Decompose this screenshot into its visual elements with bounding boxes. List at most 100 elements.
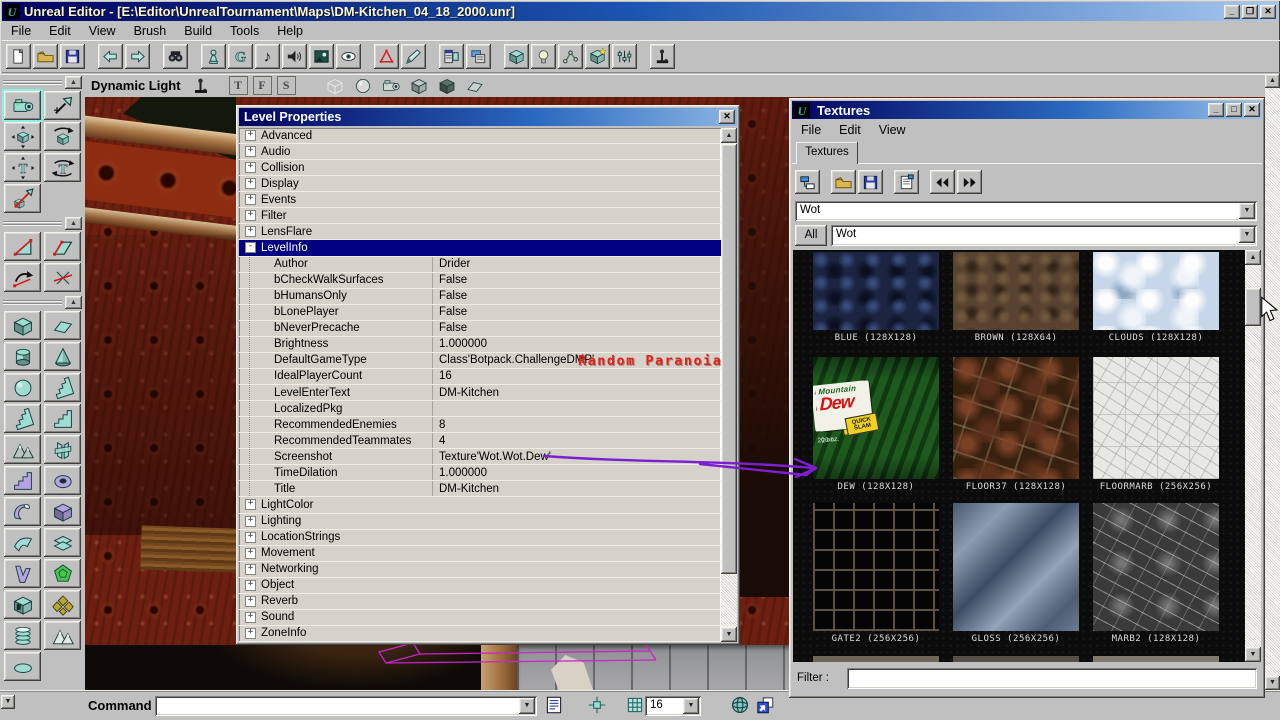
filter-input[interactable] xyxy=(847,668,1257,689)
group-row-locationstrings[interactable]: +LocationStrings xyxy=(239,530,721,546)
scroll-thumb[interactable] xyxy=(721,144,737,574)
right-scrollbar[interactable]: ▲ ▼ xyxy=(1265,74,1280,690)
group-row-display[interactable]: +Display xyxy=(239,176,721,192)
build-geometry-button[interactable] xyxy=(504,44,529,69)
texture-tile-gate2[interactable]: GATE2 (256X256) xyxy=(813,503,939,644)
multi-sheet-builder-button[interactable] xyxy=(44,528,81,557)
property-row-bloneplayer[interactable]: bLonePlayerFalse xyxy=(239,305,721,321)
expand-icon[interactable]: + xyxy=(245,194,256,205)
texture-rotate-button[interactable] xyxy=(4,263,41,292)
group-row-levelinfo[interactable]: -LevelInfo xyxy=(239,240,721,256)
group-row-sound[interactable]: +Sound xyxy=(239,610,721,626)
expand-icon[interactable]: + xyxy=(245,580,256,591)
property-row-localizedpkg[interactable]: LocalizedPkg xyxy=(239,401,721,417)
command-input[interactable]: ▼ xyxy=(155,696,537,716)
menu-edit[interactable]: Edit xyxy=(40,22,80,40)
sheets-builder-button[interactable] xyxy=(44,435,81,464)
property-row-recommendedteammates[interactable]: RecommendedTeammates4 xyxy=(239,433,721,449)
texture-tile-clouds[interactable]: CLOUDS (128X128) xyxy=(1093,252,1219,343)
chevron-down-icon[interactable]: ▼ xyxy=(1239,203,1255,219)
property-value[interactable]: DM-Kitchen xyxy=(432,481,721,496)
play-level-button[interactable] xyxy=(650,44,675,69)
hollow-cube-builder-button[interactable] xyxy=(44,497,81,526)
expand-icon[interactable]: + xyxy=(245,516,256,527)
level-properties-title-bar[interactable]: Level Properties ✕ xyxy=(239,108,737,126)
property-row-title[interactable]: TitleDM-Kitchen xyxy=(239,481,721,497)
expand-icon[interactable]: + xyxy=(245,210,256,221)
close-button[interactable]: ✕ xyxy=(1244,103,1260,117)
properties-scrollbar[interactable]: ▲ ▼ xyxy=(721,128,737,642)
palette-collapse-button[interactable]: ▲ xyxy=(65,76,82,89)
texture-tile-blue[interactable]: BLUE (128X128) xyxy=(813,252,939,343)
property-value[interactable]: 4 xyxy=(432,433,721,448)
property-row-timedilation[interactable]: TimeDilation1.000000 xyxy=(239,465,721,481)
previous-group-button[interactable] xyxy=(930,170,955,194)
property-value[interactable]: 1.000000 xyxy=(432,337,721,352)
tessellated-builder-button[interactable] xyxy=(44,590,81,619)
cube-builder-button[interactable] xyxy=(4,311,41,340)
vertex-edit-button[interactable] xyxy=(4,232,41,261)
cylinder-stack-builder-button[interactable] xyxy=(4,621,41,650)
expand-icon[interactable]: + xyxy=(245,130,256,141)
move-brush-button[interactable] xyxy=(4,122,41,151)
2d-shape-editor-button[interactable] xyxy=(374,44,399,69)
menu-file[interactable]: File xyxy=(2,22,40,40)
texture-tile-partial[interactable] xyxy=(953,656,1079,662)
face-edit-button[interactable] xyxy=(44,232,81,261)
property-value[interactable]: False xyxy=(432,273,721,288)
property-value[interactable]: False xyxy=(432,321,721,336)
undo-button[interactable] xyxy=(98,44,123,69)
property-value[interactable]: 1.000000 xyxy=(432,465,721,480)
package-select[interactable]: Wot ▼ xyxy=(795,201,1257,221)
property-value[interactable]: 16 xyxy=(432,369,721,384)
palette-scroll-down-button[interactable]: ▼ xyxy=(1,695,15,709)
expand-icon[interactable]: + xyxy=(245,612,256,623)
group-row-advanced[interactable]: +Advanced xyxy=(239,128,721,144)
group-row-lensflare[interactable]: +LensFlare xyxy=(239,224,721,240)
property-value[interactable] xyxy=(432,401,721,416)
sphere-builder-button[interactable] xyxy=(4,373,41,402)
group-row-networking[interactable]: +Networking xyxy=(239,562,721,578)
expand-icon[interactable]: + xyxy=(245,564,256,575)
scroll-up-button[interactable]: ▲ xyxy=(721,128,737,143)
scale-brush-button[interactable] xyxy=(4,184,41,213)
redo-button[interactable] xyxy=(125,44,150,69)
open-map-button[interactable] xyxy=(33,44,58,69)
expand-icon[interactable]: + xyxy=(245,499,256,510)
property-row-bneverprecache[interactable]: bNeverPrecacheFalse xyxy=(239,321,721,337)
curved-stair-builder-button[interactable] xyxy=(44,373,81,402)
bsp-cuts-view-icon[interactable] xyxy=(407,75,431,97)
surface-properties-button[interactable] xyxy=(466,44,491,69)
menu-view[interactable]: View xyxy=(80,22,125,40)
group-row-collision[interactable]: +Collision xyxy=(239,160,721,176)
mesh-browser-button[interactable] xyxy=(336,44,361,69)
property-row-bhumansonly[interactable]: bHumansOnlyFalse xyxy=(239,289,721,305)
volumetric-builder-button[interactable] xyxy=(4,559,41,588)
textures-menu-view[interactable]: View xyxy=(870,121,915,139)
grid-size-dropdown-button[interactable]: ▼ xyxy=(683,698,699,714)
scroll-thumb[interactable] xyxy=(1245,288,1261,326)
scroll-up-button[interactable]: ▲ xyxy=(1265,74,1280,88)
flat-shaded-view-icon[interactable] xyxy=(463,75,487,97)
show-log-icon[interactable] xyxy=(543,694,565,716)
scroll-up-button[interactable]: ▲ xyxy=(1245,250,1261,265)
property-row-screenshot[interactable]: ScreenshotTexture'Wot.Wot.Dew' xyxy=(239,449,721,465)
minimize-button[interactable]: _ xyxy=(1208,103,1224,117)
group-row-audio[interactable]: +Audio xyxy=(239,144,721,160)
spiral-stair-builder-button[interactable] xyxy=(4,404,41,433)
textures-menu-edit[interactable]: Edit xyxy=(830,121,870,139)
group-row-zoneinfo[interactable]: +ZoneInfo xyxy=(239,626,721,642)
build-options-button[interactable] xyxy=(612,44,637,69)
property-row-recommendedenemies[interactable]: RecommendedEnemies8 xyxy=(239,417,721,433)
group-row-object[interactable]: +Object xyxy=(239,578,721,594)
mode-button-s[interactable]: S xyxy=(277,76,296,95)
sound-browser-button[interactable] xyxy=(282,44,307,69)
open-package-button[interactable] xyxy=(831,170,856,194)
command-text-field[interactable] xyxy=(157,698,519,714)
music-browser-button[interactable]: ♪ xyxy=(255,44,280,69)
property-row-levelentertext[interactable]: LevelEnterTextDM-Kitchen xyxy=(239,385,721,401)
group-select[interactable]: Wot ▼ xyxy=(831,225,1257,246)
texture-tile-partial[interactable] xyxy=(813,656,939,662)
script-editor-button[interactable] xyxy=(401,44,426,69)
scroll-down-button[interactable]: ▼ xyxy=(1265,676,1280,690)
